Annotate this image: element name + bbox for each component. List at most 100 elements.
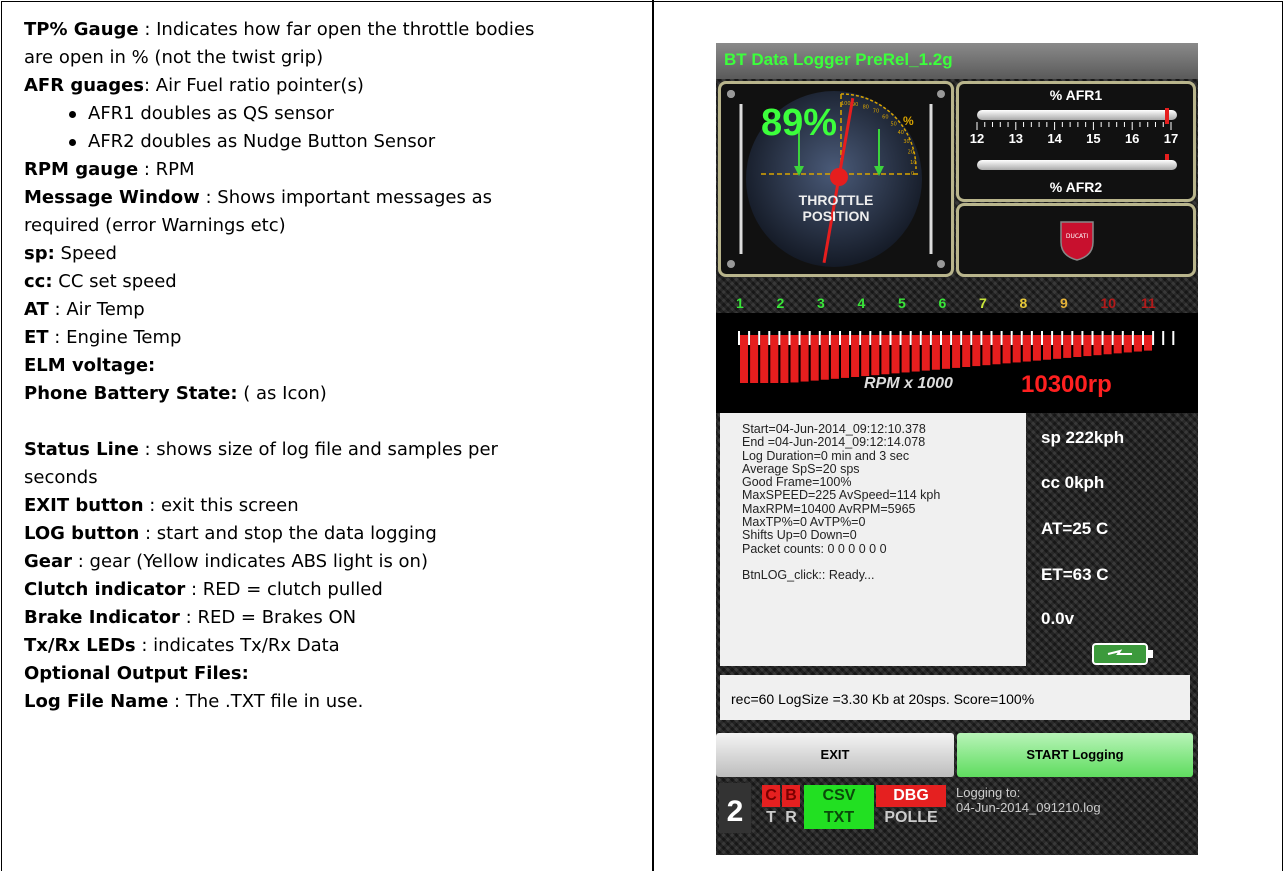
ducati-logo-text: DUCATI bbox=[1066, 233, 1089, 240]
description-line: AT : Air Temp bbox=[24, 296, 644, 324]
rpm-bar-segment bbox=[982, 335, 991, 366]
txt-output-toggle[interactable]: TXT bbox=[804, 807, 874, 829]
afr-tick-label: 15 bbox=[1086, 131, 1100, 146]
term: Status Line bbox=[24, 439, 139, 460]
gear-number: 8 bbox=[1019, 295, 1028, 311]
tp-scale-label: 10 bbox=[910, 160, 916, 166]
afr-gauges: % AFR1 12 13 14 15 16 17 % AFR2 bbox=[956, 81, 1196, 202]
message-line: MaxRPM=10400 AvRPM=5965 bbox=[742, 501, 916, 516]
definition: : exit this screen bbox=[143, 495, 299, 516]
definition: AFR2 doubles as Nudge Button Sensor bbox=[88, 131, 436, 152]
tp-scale-label: 70 bbox=[873, 109, 879, 115]
rpm-tick bbox=[909, 331, 912, 345]
description-line: Optional Output Files: bbox=[24, 660, 644, 688]
rpm-tick bbox=[1101, 331, 1104, 345]
log-file-info: Logging to: 04-Jun-2014_091210.log bbox=[956, 785, 1101, 815]
rpm-tick bbox=[889, 331, 892, 345]
gear-number: 9 bbox=[1060, 295, 1068, 311]
definition: : shows size of log file and samples per bbox=[138, 439, 498, 460]
message-line bbox=[731, 556, 1026, 569]
rpm-tick bbox=[1172, 331, 1175, 345]
tp-percent-sign: % bbox=[903, 114, 914, 128]
exit-button[interactable]: EXIT bbox=[716, 733, 954, 777]
term: Message Window bbox=[24, 187, 200, 208]
definition: : RED = Brakes ON bbox=[179, 607, 357, 628]
rpm-tick bbox=[1142, 331, 1144, 345]
tp-scale-label: 50 bbox=[890, 122, 896, 128]
term: sp: bbox=[24, 243, 55, 264]
clutch-indicator: C bbox=[762, 785, 780, 807]
rpm-tick bbox=[808, 331, 811, 345]
description-line: Tx/Rx LEDs : indicates Tx/Rx Data bbox=[24, 632, 644, 660]
rpm-bar-segment bbox=[760, 335, 769, 383]
tp-scale-label: 30 bbox=[903, 139, 909, 145]
rpm-tick bbox=[1111, 331, 1114, 345]
message-line: Good Frame=100% bbox=[742, 475, 852, 490]
term: Tx/Rx LEDs bbox=[24, 635, 136, 656]
afr-tick-label: 14 bbox=[1047, 131, 1062, 146]
definition: : indicates Tx/Rx Data bbox=[135, 635, 340, 656]
term: Log File Name bbox=[24, 691, 169, 712]
rpm-bar-segment bbox=[952, 335, 961, 368]
description-line: TP% Gauge : Indicates how far open the t… bbox=[24, 16, 644, 44]
rpm-bar-segment bbox=[1103, 335, 1112, 355]
description-line: are open in % (not the twist grip) bbox=[24, 44, 644, 72]
rpm-bar-segment bbox=[1032, 335, 1041, 361]
rpm-tick bbox=[1162, 331, 1165, 345]
rpm-bar-segment bbox=[992, 335, 1001, 365]
gear-indicator-row: 1 2 3 4 5 6 7 8 9 10 11 bbox=[716, 295, 1198, 315]
rpm-tick bbox=[818, 331, 821, 345]
tp-scale-label: 60 bbox=[882, 114, 888, 120]
rpm-bar-segment bbox=[1012, 335, 1021, 363]
definition: are open in % (not the twist grip) bbox=[24, 47, 324, 68]
csv-output-toggle[interactable]: CSV bbox=[804, 785, 874, 807]
tp-scale-label: 20 bbox=[908, 149, 914, 155]
definition: Speed bbox=[54, 243, 117, 264]
rpm-bar-segment bbox=[1113, 335, 1122, 354]
afr1-bar bbox=[977, 110, 1177, 120]
term: RPM gauge bbox=[24, 159, 139, 180]
rpm-bar-segment bbox=[1144, 335, 1152, 351]
definition: seconds bbox=[24, 467, 98, 488]
start-logging-button[interactable]: START Logging bbox=[957, 733, 1193, 777]
rpm-tick bbox=[929, 331, 932, 345]
tp-value: 89% bbox=[761, 102, 838, 144]
afr2-bar bbox=[977, 160, 1177, 170]
description-line: seconds bbox=[24, 464, 644, 492]
description-line: LOG button : start and stop the data log… bbox=[24, 520, 644, 548]
message-window: Start=04-Jun-2014_09:12:10.378 End =04-Ju… bbox=[720, 413, 1026, 666]
ducati-logo: DUCATI bbox=[1060, 221, 1094, 261]
bullet-item: AFR1 doubles as QS sensor bbox=[24, 100, 644, 128]
rpm-bar-segment bbox=[810, 335, 819, 381]
description-line: AFR guages: Air Fuel ratio pointer(s) bbox=[24, 72, 644, 100]
rx-led: R bbox=[785, 809, 797, 826]
definition: : start and stop the data logging bbox=[139, 523, 437, 544]
rpm-bar-segment bbox=[1073, 335, 1082, 357]
polle-output-toggle[interactable]: POLLE bbox=[876, 807, 946, 829]
cc-readout: cc 0kph bbox=[1041, 473, 1105, 492]
gear-number: 5 bbox=[898, 295, 906, 311]
rpm-tick bbox=[1152, 331, 1155, 345]
afr-tick-label: 13 bbox=[1009, 131, 1023, 146]
rpm-bar-segment bbox=[861, 335, 870, 377]
definition: : RED = clutch pulled bbox=[185, 579, 383, 600]
definition: : Shows important messages as bbox=[199, 187, 493, 208]
rpm-bar-segment bbox=[1093, 335, 1102, 356]
rpm-tick bbox=[879, 331, 882, 345]
dbg-output-toggle[interactable]: DBG bbox=[876, 785, 946, 807]
app-screenshot: BT Data Logger PreRel_1.2g 100 90 80 70 60 50… bbox=[716, 43, 1198, 855]
rpm-tick bbox=[738, 331, 740, 345]
speed-readout: sp 222kph bbox=[1041, 428, 1125, 447]
definition: : Indicates how far open the throttle bo… bbox=[138, 19, 535, 40]
description-line: sp: Speed bbox=[24, 240, 644, 268]
rpm-tick bbox=[919, 331, 922, 345]
rpm-bar-segment bbox=[820, 335, 829, 380]
message-line: Start=04-Jun-2014_09:12:10.378 bbox=[742, 422, 926, 436]
air-temp-readout: AT=25 C bbox=[1041, 519, 1109, 538]
rpm-tick bbox=[1071, 331, 1074, 345]
rpm-bar bbox=[738, 331, 1175, 383]
elm-voltage-readout: 0.0v bbox=[1041, 609, 1075, 628]
rpm-tick bbox=[1030, 331, 1033, 345]
rpm-gauge bbox=[716, 313, 1198, 413]
rpm-bar-segment bbox=[1053, 335, 1062, 359]
